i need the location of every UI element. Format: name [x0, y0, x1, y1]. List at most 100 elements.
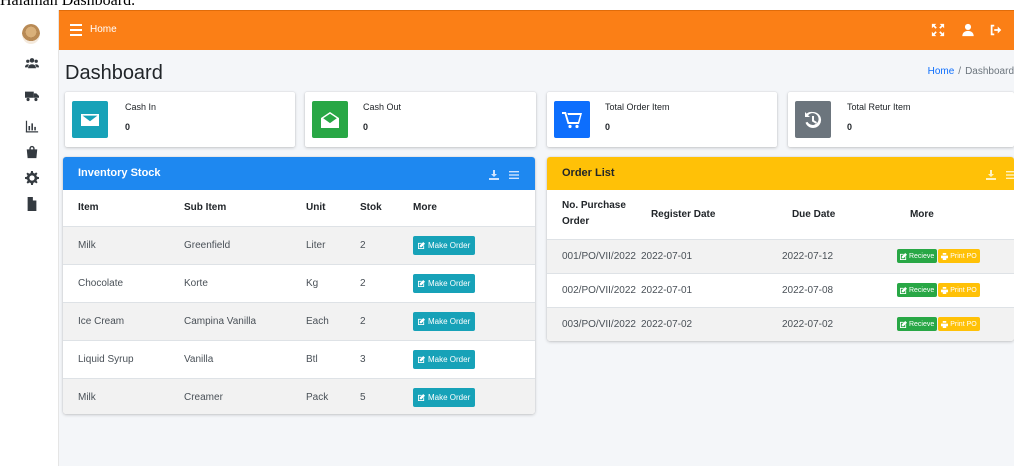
button-label: Print PO: [950, 320, 977, 328]
breadcrumb-home-link[interactable]: Home: [928, 66, 955, 77]
make-order-button[interactable]: Make Order: [413, 387, 476, 407]
menu-icon[interactable]: [1006, 167, 1014, 179]
cell-item: Liquid Syrup: [78, 353, 134, 365]
truck-icon[interactable]: [24, 88, 40, 104]
column-header: Register Date: [650, 208, 716, 220]
cell-stok: 5: [360, 391, 366, 403]
cell-sub-item: Creamer: [184, 391, 223, 403]
print-icon: [941, 286, 949, 294]
make-order-button[interactable]: Make Order: [413, 235, 476, 255]
cell-unit: Kg: [306, 277, 319, 289]
logout-icon[interactable]: [989, 23, 1003, 37]
make-order-button[interactable]: Make Order: [413, 311, 476, 331]
download-icon[interactable]: [489, 167, 499, 180]
column-header: More: [909, 208, 934, 220]
nav-home-link[interactable]: Home: [90, 24, 117, 35]
cell-due-date: 2022-07-12: [781, 250, 834, 262]
table-row: 002/PO/VII/2022 2022-07-01 2022-07-08 Re…: [547, 273, 1014, 307]
info-box-total-order: Total Order Item 0: [547, 92, 777, 147]
cell-po-number: 002/PO/VII/2022: [562, 284, 636, 296]
column-header: Sub Item: [184, 202, 227, 214]
chart-bar-icon[interactable]: [24, 118, 40, 134]
cell-item: Chocolate: [78, 277, 124, 289]
download-icon[interactable]: [986, 167, 996, 180]
cell-sub-item: Vanilla: [184, 353, 214, 365]
button-label: Make Order: [428, 354, 471, 364]
cell-unit: Btl: [306, 353, 318, 365]
info-label: Total Order Item: [605, 102, 670, 112]
info-box-cash-in: Cash In 0: [65, 92, 295, 147]
table-row: Ice Cream Campina Vanilla Each 2 Make Or…: [63, 302, 535, 340]
column-header: Due Date: [791, 208, 836, 220]
cell-stok: 3: [360, 353, 366, 365]
expand-icon[interactable]: [931, 23, 945, 37]
cell-register-date: 2022-07-01: [640, 284, 693, 296]
button-label: Print PO: [950, 286, 977, 294]
print-icon: [941, 320, 949, 328]
make-order-button[interactable]: Make Order: [413, 273, 476, 293]
sidebar: [0, 10, 59, 466]
users-icon[interactable]: [24, 55, 40, 71]
page-caption: Halaman Dashboard.: [0, 0, 136, 9]
column-header: No. Purchase Order: [562, 200, 626, 228]
column-header: More: [413, 202, 437, 214]
order-card-title: Order List: [562, 167, 615, 179]
inventory-card-title: Inventory Stock: [78, 167, 161, 179]
user-icon[interactable]: [961, 23, 975, 37]
order-list-card: Order List No. Purchase Order Register D…: [547, 157, 1014, 341]
envelope-icon: [72, 101, 108, 138]
info-value: 0: [847, 122, 853, 132]
cell-unit: Pack: [306, 391, 329, 403]
cell-sub-item: Campina Vanilla: [184, 315, 257, 327]
cell-stok: 2: [360, 315, 366, 327]
print-po-button[interactable]: Print PO: [938, 283, 980, 297]
breadcrumb-separator: /: [958, 66, 962, 77]
cell-unit: Liter: [306, 239, 326, 251]
top-navbar: Home: [59, 10, 1014, 50]
menu-icon[interactable]: [509, 167, 519, 179]
app-logo[interactable]: [22, 24, 40, 44]
button-label: Make Order: [428, 240, 471, 250]
button-label: Make Order: [428, 316, 471, 326]
receive-button[interactable]: Recieve: [896, 249, 938, 263]
order-card-header: Order List: [547, 157, 1014, 190]
cell-sub-item: Korte: [184, 277, 208, 289]
info-box-total-retur: Total Retur Item 0: [788, 92, 1014, 147]
edit-icon: [899, 252, 907, 260]
gear-icon[interactable]: [24, 170, 40, 186]
button-label: Recieve: [908, 286, 935, 294]
history-icon: [795, 101, 831, 138]
shopping-bag-icon[interactable]: [24, 144, 40, 160]
info-label: Cash In: [125, 102, 157, 112]
table-row: 001/PO/VII/2022 2022-07-01 2022-07-12 Re…: [547, 239, 1014, 273]
table-row: Chocolate Korte Kg 2 Make Order: [63, 264, 535, 302]
cell-stok: 2: [360, 239, 366, 251]
edit-icon: [418, 279, 425, 287]
print-po-button[interactable]: Print PO: [938, 317, 980, 332]
edit-icon: [418, 317, 425, 325]
button-label: Make Order: [428, 392, 471, 402]
inventory-table: Item Sub Item Unit Stok More Milk Greenf…: [63, 190, 535, 414]
cell-register-date: 2022-07-01: [640, 250, 693, 262]
make-order-button[interactable]: Make Order: [413, 349, 476, 369]
button-label: Make Order: [428, 278, 471, 288]
print-po-button[interactable]: Print PO: [938, 249, 980, 263]
edit-icon: [899, 320, 907, 328]
receive-button[interactable]: Recieve: [896, 317, 938, 332]
file-icon[interactable]: [24, 196, 40, 212]
edit-icon: [418, 393, 425, 401]
breadcrumb: Home / Dashboard: [928, 66, 1014, 77]
order-card-tools: [986, 167, 1014, 180]
cell-due-date: 2022-07-08: [781, 284, 834, 296]
column-header: Stok: [360, 202, 382, 214]
cell-sub-item: Greenfield: [184, 239, 231, 251]
receive-button[interactable]: Recieve: [896, 283, 938, 297]
info-value: 0: [363, 122, 369, 132]
menu-toggle-icon[interactable]: [70, 24, 82, 36]
cell-item: Milk: [78, 391, 96, 403]
order-table: No. Purchase Order Register Date Due Dat…: [547, 190, 1014, 341]
info-value: 0: [125, 122, 131, 132]
column-header: Unit: [306, 202, 326, 214]
cell-due-date: 2022-07-02: [781, 318, 834, 330]
column-header: Item: [78, 202, 99, 214]
